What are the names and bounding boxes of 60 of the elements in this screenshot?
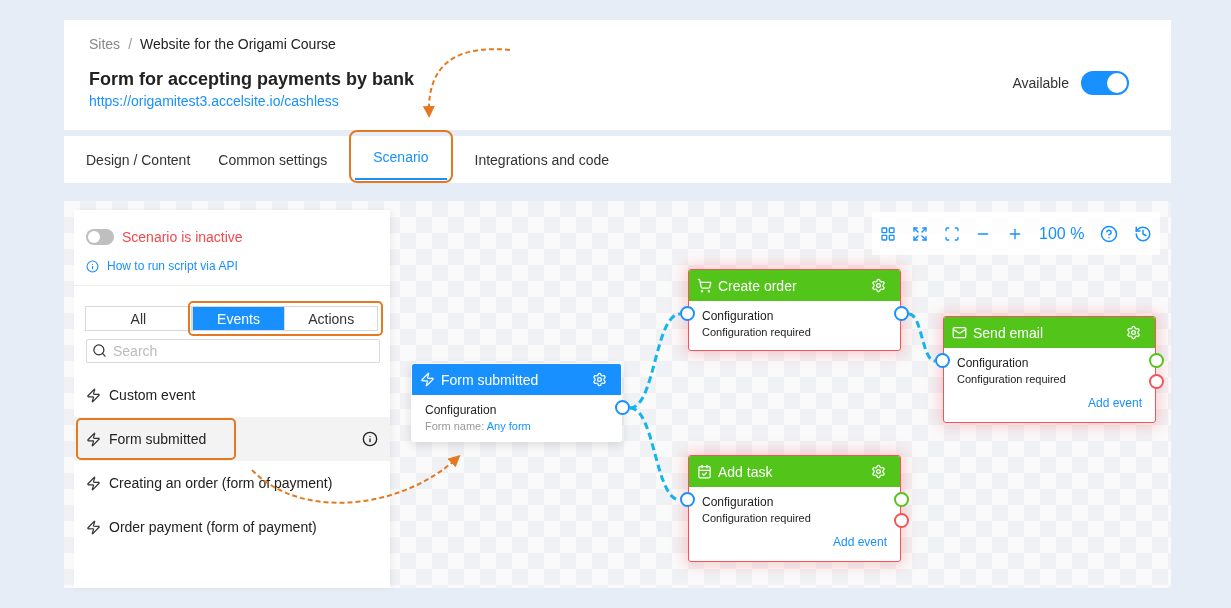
lightning-icon [86,387,101,403]
item-label: Custom event [109,387,196,403]
zoom-level: 100 % [1039,224,1085,243]
scenario-node[interactable]: Form submitted Configuration Form name: Any form [411,363,622,442]
node-config-label: Configuration [702,309,775,323]
availability-toggle[interactable] [1081,71,1129,95]
breadcrumb-separator: / [128,36,132,52]
event-list-item[interactable]: Order payment (form of payment) [74,505,390,549]
item-label: Creating an order (form of payment) [109,475,333,491]
scenario-node[interactable]: Send email Configuration Configuration required Add event [943,316,1156,423]
node-status: Configuration required [957,373,1067,385]
info-icon[interactable] [362,431,378,447]
scenario-toggle[interactable] [86,229,114,245]
node-status: Configuration required [702,326,812,338]
lightning-icon [86,519,101,535]
availability-label: Available [1012,75,1069,91]
event-list-item[interactable]: Custom event [74,373,390,417]
settings-icon[interactable] [1126,325,1141,340]
filter-tab[interactable]: All [85,306,192,331]
node-status: Configuration required [702,512,812,524]
fullscreen-icon[interactable] [911,225,928,242]
node-title: Create order [718,277,797,294]
breadcrumb-item: Website for the Origami Course [140,36,336,52]
node-title: Form submitted [441,371,539,388]
settings-icon[interactable] [871,278,886,293]
envelope-icon [952,325,967,340]
lightning-icon [86,431,101,447]
item-label: Order payment (form of payment) [109,519,317,535]
node-config-label: Configuration [957,356,1030,370]
page-title: Form for accepting payments by bank [89,69,415,90]
history-icon[interactable] [1134,224,1153,243]
connector-line [908,312,936,363]
tab[interactable]: Common settings [204,136,342,183]
event-list-item[interactable]: Creating an order (form of payment) [74,461,390,505]
info-icon [86,259,99,273]
search-icon [92,343,107,358]
event-list-item[interactable]: Form submitted [74,417,390,461]
item-label: Form submitted [109,431,207,447]
node-title: Add task [718,463,773,480]
tab[interactable]: Integrations and code [460,136,624,183]
tab[interactable]: Design / Content [72,136,205,183]
calendar-check-icon [697,464,712,479]
fit-view-icon[interactable] [943,225,960,242]
form-name-text: Form name: Any form [425,420,532,432]
node-config-label: Configuration [702,495,775,509]
filter-tab[interactable]: Actions [284,306,378,331]
grid-icon[interactable] [879,225,896,242]
scenario-node[interactable]: Add task Configuration Configuration required Add event [688,455,901,562]
node-title: Send email [973,324,1044,341]
scenario-node[interactable]: Create order Configuration Configuration required [688,269,901,351]
help-icon[interactable] [1100,224,1119,243]
breadcrumb-item[interactable]: Sites [89,36,121,52]
scenario-status: Scenario is inactive [122,229,243,245]
search-field[interactable]: Search [86,339,380,363]
lightning-icon [86,475,101,491]
settings-icon[interactable] [871,464,886,479]
lightning-icon [420,372,435,387]
settings-icon[interactable] [592,372,607,387]
node-config-label: Configuration [425,403,498,417]
cart-icon [697,278,712,293]
